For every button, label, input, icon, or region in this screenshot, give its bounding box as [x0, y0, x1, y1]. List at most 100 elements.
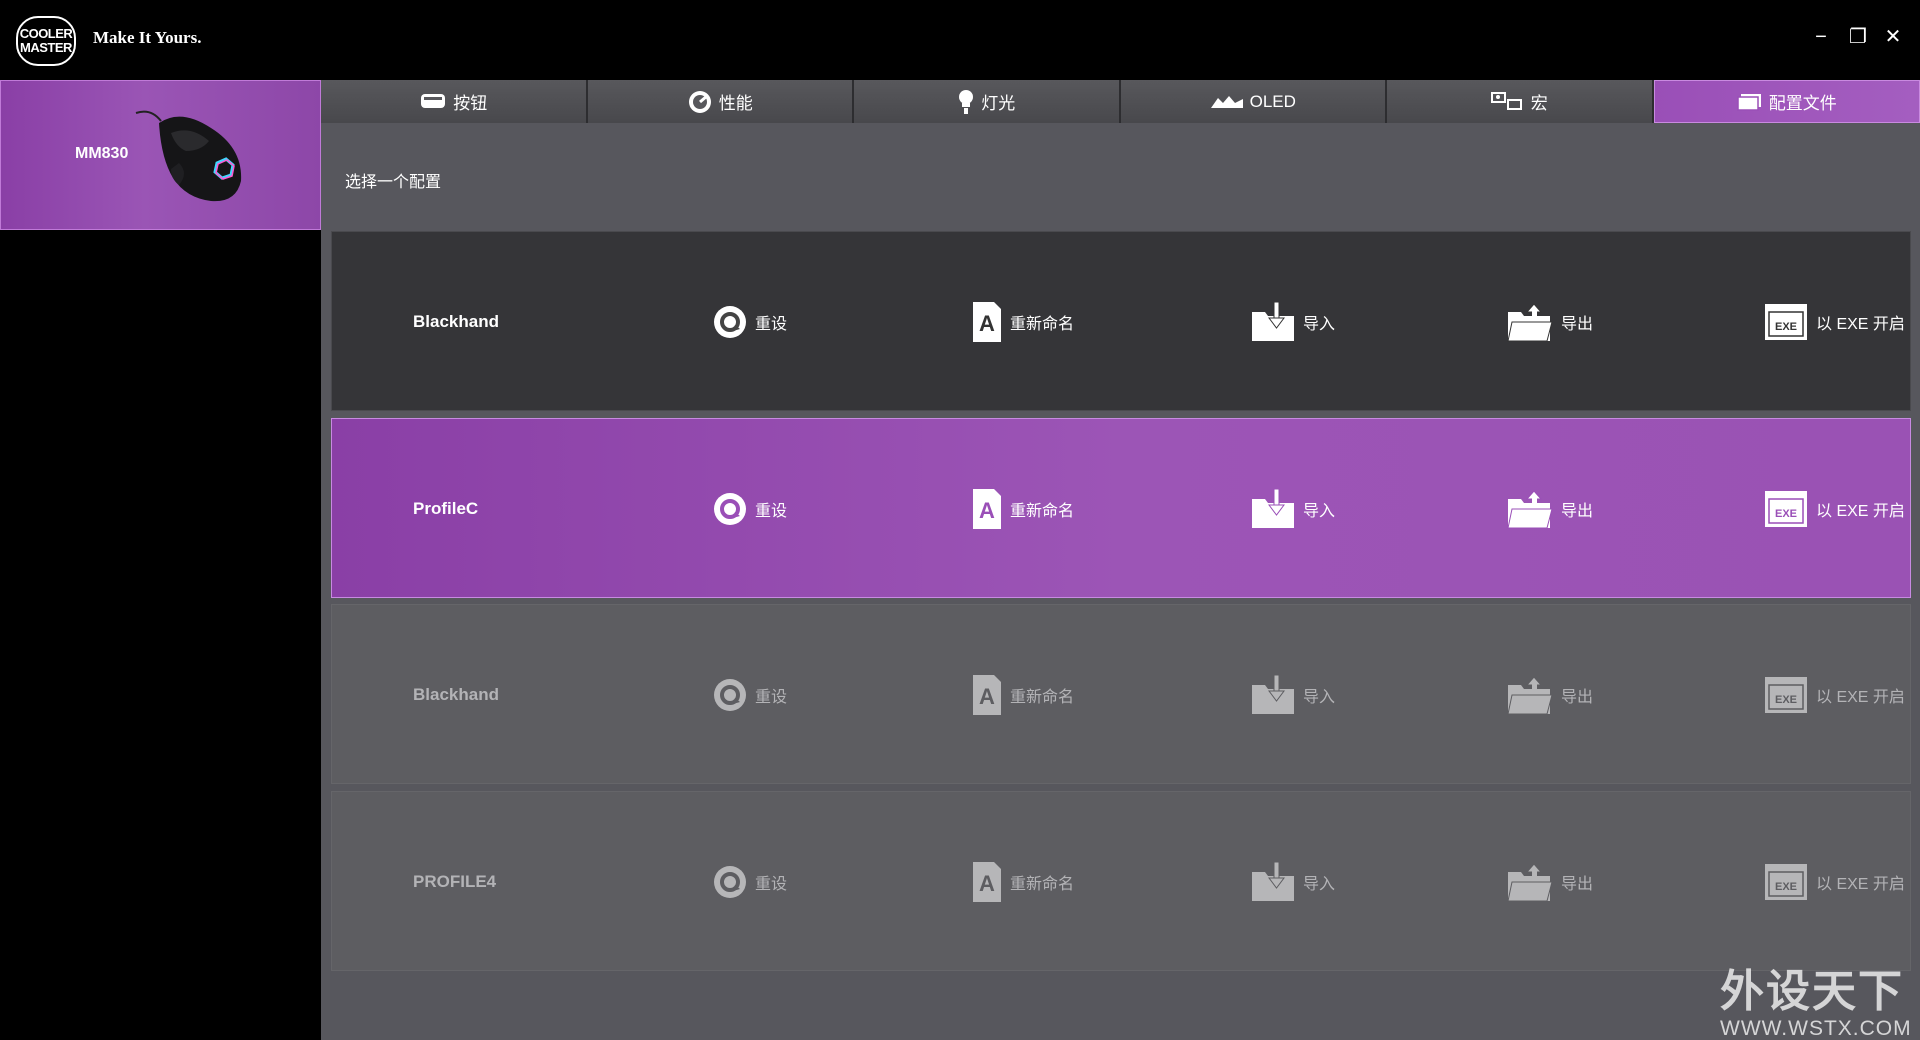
export-label: 导出 [1561, 689, 1594, 706]
import-label: 导入 [1303, 316, 1336, 333]
tab-oled[interactable]: OLED [1120, 80, 1387, 123]
import-icon [1252, 675, 1294, 714]
rename-label: 重新命名 [1010, 316, 1075, 333]
export-icon [1507, 676, 1553, 715]
exe-badge-text: EXE [1775, 508, 1797, 520]
reset-label: 重设 [755, 876, 788, 893]
export-label: 导出 [1561, 503, 1594, 520]
import-icon [1252, 489, 1294, 528]
rename-icon: A [973, 489, 1001, 529]
exe-icon: EXE [1765, 491, 1807, 527]
import-button[interactable]: 导入 [1251, 860, 1335, 904]
profile-name: ProfileC [413, 499, 479, 518]
reset-button[interactable]: 重设 [713, 300, 787, 344]
export-button[interactable]: 导出 [1507, 860, 1593, 904]
tab-macro[interactable]: 宏 [1387, 80, 1654, 123]
mouse-button-icon [419, 92, 447, 112]
rename-label: 重新命名 [1010, 876, 1075, 893]
exe-label: 以 EXE 开启 [1816, 503, 1905, 520]
tab-label: 按钮 [453, 94, 488, 113]
export-button[interactable]: 导出 [1507, 300, 1593, 344]
profile-icon [1737, 93, 1763, 111]
reset-label: 重设 [755, 316, 788, 333]
tagline: Make It Yours. [93, 28, 202, 47]
profile-row[interactable]: Blackhand 重设 A 重新命名 导入 导出 EXE 以 EXE 开启 [331, 604, 1911, 784]
reset-button[interactable]: 重设 [713, 860, 787, 904]
exe-label: 以 EXE 开启 [1816, 689, 1905, 706]
exe-icon: EXE [1765, 864, 1807, 900]
rename-button[interactable]: A 重新命名 [972, 487, 1074, 531]
export-label: 导出 [1561, 316, 1594, 333]
svg-text:A: A [979, 871, 995, 896]
tab-buttons[interactable]: 按钮 [321, 80, 588, 123]
oled-display-icon [1210, 94, 1244, 110]
svg-text:A: A [979, 311, 995, 336]
watermark-text: 外设天下 [1720, 966, 1904, 1017]
import-button[interactable]: 导入 [1251, 673, 1335, 717]
maximize-button[interactable]: ❐ [1847, 26, 1869, 48]
profile-row[interactable]: PROFILE4 重设 A 重新命名 导入 导出 EXE 以 EXE 开启 [331, 791, 1911, 971]
tab-profiles[interactable]: 配置文件 [1653, 80, 1920, 123]
tab-performance[interactable]: 性能 [587, 80, 854, 123]
open-with-exe-button[interactable]: EXE 以 EXE 开启 [1764, 300, 1905, 344]
tab-label: 宏 [1530, 94, 1548, 113]
reset-label: 重设 [755, 689, 788, 706]
reset-icon [714, 866, 746, 898]
watermark-url: WWW.WSTX.COM [1720, 1017, 1912, 1040]
app-window: COOLER MASTER Make It Yours. − ❐ ✕ MM830… [0, 0, 1920, 1040]
export-button[interactable]: 导出 [1507, 487, 1593, 531]
svg-text:A: A [979, 498, 995, 523]
light-bulb-icon [957, 88, 975, 116]
rename-label: 重新命名 [1010, 503, 1075, 520]
profile-name: Blackhand [413, 685, 499, 704]
export-icon [1507, 863, 1553, 902]
import-button[interactable]: 导入 [1251, 300, 1335, 344]
mouse-image [135, 110, 242, 202]
import-button[interactable]: 导入 [1251, 487, 1335, 531]
reset-button[interactable]: 重设 [713, 487, 787, 531]
exe-icon: EXE [1765, 304, 1807, 340]
reset-button[interactable]: 重设 [713, 673, 787, 717]
main-panel: 按钮 性能 灯光 OLED 宏 配置文件 选择一个配置 Blackhand 重设… [321, 80, 1920, 1040]
rename-icon: A [973, 302, 1001, 342]
tab-label: OLED [1249, 91, 1296, 111]
cooler-master-logo: COOLER MASTER [16, 16, 76, 66]
exe-badge-text: EXE [1775, 881, 1797, 893]
open-with-exe-button[interactable]: EXE 以 EXE 开启 [1764, 860, 1905, 904]
import-label: 导入 [1303, 503, 1336, 520]
sidebar [0, 230, 321, 1040]
reset-icon [714, 493, 746, 525]
exe-badge-text: EXE [1775, 694, 1797, 706]
device-card[interactable]: MM830 [0, 80, 321, 230]
tab-label: 性能 [718, 94, 753, 113]
reset-label: 重设 [755, 503, 788, 520]
title-bar: COOLER MASTER Make It Yours. − ❐ ✕ [0, 0, 1920, 80]
exe-icon: EXE [1765, 677, 1807, 713]
watermark: 外设天下 WWW.WSTX.COM [1720, 955, 1912, 1040]
export-icon [1507, 490, 1553, 529]
exe-label: 以 EXE 开启 [1816, 876, 1905, 893]
logo-line-1: COOLER [19, 26, 73, 41]
profile-row-selected[interactable]: ProfileC 重设 A 重新命名 导入 导出 EXE 以 EXE 开启 [331, 418, 1911, 598]
svg-text:A: A [979, 684, 995, 709]
profile-name: PROFILE4 [413, 872, 497, 891]
logo-line-2: MASTER [20, 40, 72, 55]
profile-row[interactable]: Blackhand 重设 A 重新命名 导入 导出 EXE 以 EXE 开启 [331, 231, 1911, 411]
tab-label: 灯光 [981, 94, 1016, 113]
minimize-button[interactable]: − [1810, 26, 1832, 48]
exe-badge-text: EXE [1775, 321, 1797, 333]
export-icon [1507, 303, 1553, 342]
close-button[interactable]: ✕ [1882, 26, 1904, 48]
reset-icon [714, 679, 746, 711]
device-name: MM830 [75, 145, 129, 162]
open-with-exe-button[interactable]: EXE 以 EXE 开启 [1764, 673, 1905, 717]
rename-button[interactable]: A 重新命名 [972, 860, 1074, 904]
rename-button[interactable]: A 重新命名 [972, 300, 1074, 344]
tab-lighting[interactable]: 灯光 [854, 80, 1121, 123]
import-label: 导入 [1303, 876, 1336, 893]
import-icon [1252, 302, 1294, 341]
rename-button[interactable]: A 重新命名 [972, 673, 1074, 717]
performance-gauge-icon [687, 89, 713, 115]
open-with-exe-button[interactable]: EXE 以 EXE 开启 [1764, 487, 1905, 531]
export-button[interactable]: 导出 [1507, 673, 1593, 717]
